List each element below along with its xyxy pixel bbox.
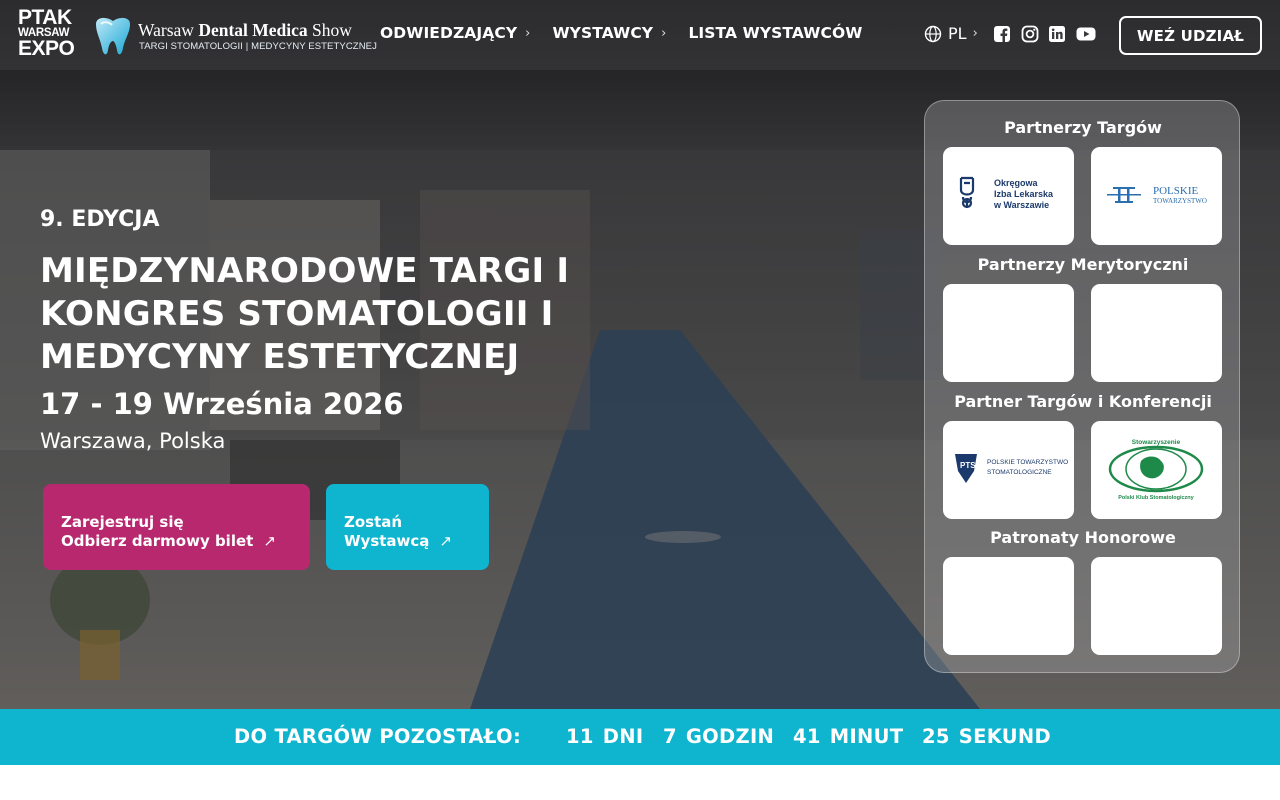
facebook-icon[interactable]: [993, 25, 1011, 43]
hero-title: MIĘDZYNARODOWE TARGI I KONGRES STOMATOLO…: [40, 251, 570, 377]
nav-item-odwiedzajacy[interactable]: ODWIEDZAJĄCY ›: [380, 24, 530, 42]
svg-text:Polski Klub Stomatologiczny: Polski Klub Stomatologiczny: [1118, 495, 1194, 501]
partners-heading-merytoryczni: Partnerzy Merytoryczni: [977, 255, 1189, 274]
language-switcher[interactable]: PL ›: [924, 24, 978, 43]
linkedin-icon[interactable]: [1048, 25, 1066, 43]
take-part-button[interactable]: WEŹ UDZIAŁ: [1119, 16, 1262, 55]
countdown-label: DO TARGÓW POZOSTAŁO:: [234, 725, 522, 748]
chevron-right-icon: ›: [525, 25, 531, 41]
instagram-icon[interactable]: [1021, 25, 1039, 43]
svg-text:PTS: PTS: [960, 461, 976, 470]
svg-text:STOMATOLOGICZNE: STOMATOLOGICZNE: [987, 469, 1052, 476]
youtube-icon[interactable]: [1076, 25, 1096, 43]
globe-icon: [924, 25, 942, 42]
main-nav: ODWIEDZAJĄCY › WYSTAWCY › LISTA WYSTAWCÓW: [380, 24, 884, 42]
polski-klub-stomatologiczny-logo[interactable]: Stowarzyszenie Polski Klub Stomatologicz…: [1091, 421, 1222, 519]
partners-heading-patronaty: Patronaty Honorowe: [990, 528, 1176, 547]
polskie-towarzystwo-logo[interactable]: POLSKIE TOWARZYSTWO: [1091, 147, 1222, 245]
event-location: Warszawa, Polska: [40, 429, 226, 453]
tooth-icon: [96, 17, 130, 55]
site-header: PTAK WARSAW EXPO Warsaw Dental Medica Sh…: [0, 0, 1280, 70]
partner-logo-slot[interactable]: [1091, 284, 1222, 382]
partner-logo-slot[interactable]: [1091, 557, 1222, 655]
svg-text:w Warszawie: w Warszawie: [993, 200, 1049, 210]
countdown-days: 11 DNI: [566, 725, 644, 748]
partners-heading-targow: Partnerzy Targów: [1004, 118, 1162, 137]
become-exhibitor-button[interactable]: Zostań Wystawcą ↗: [326, 484, 489, 570]
partners-panel: Partnerzy Targów Okręgowa Izba Lekarska …: [924, 100, 1240, 673]
countdown-seconds: 25 SEKUND: [922, 725, 1052, 748]
svg-text:POLSKIE: POLSKIE: [1153, 185, 1199, 197]
partner-logo-slot[interactable]: [943, 284, 1074, 382]
svg-text:Okręgowa: Okręgowa: [994, 178, 1039, 188]
ptak-warsaw-expo-logo[interactable]: PTAK WARSAW EXPO: [18, 7, 82, 64]
countdown-bar: DO TARGÓW POZOSTAŁO: 11 DNI 7 GODZIN 41 MIN…: [0, 709, 1280, 765]
event-dates: 17 - 19 Września 2026: [40, 387, 404, 421]
partner-logo-slot[interactable]: [943, 557, 1074, 655]
svg-text:POLSKIE TOWARZYSTWO: POLSKIE TOWARZYSTWO: [987, 459, 1068, 466]
nav-item-wystawcy[interactable]: WYSTAWCY ›: [552, 24, 666, 42]
chevron-right-icon: ›: [972, 26, 978, 41]
chevron-right-icon: ›: [661, 25, 667, 41]
arrow-up-right-icon: ↗: [439, 532, 452, 550]
register-free-ticket-button[interactable]: Zarejestruj się Odbierz darmowy bilet ↗: [43, 484, 310, 570]
okregowa-izba-lekarska-logo[interactable]: Okręgowa Izba Lekarska w Warszawie: [943, 147, 1074, 245]
svg-text:Izba Lekarska: Izba Lekarska: [994, 189, 1054, 199]
countdown-minutes: 41 MINUT: [793, 725, 904, 748]
edition-label: 9. EDYCJA: [40, 207, 160, 232]
countdown-hours: 7 GODZIN: [663, 725, 775, 748]
warsaw-dental-medica-show-logo[interactable]: Warsaw Dental Medica Show TARGI STOMATOL…: [92, 16, 377, 58]
pts-logo[interactable]: PTS POLSKIE TOWARZYSTWO STOMATOLOGICZNE: [943, 421, 1074, 519]
partners-heading-konferencji: Partner Targów i Konferencji: [954, 392, 1212, 411]
svg-text:Stowarzyszenie: Stowarzyszenie: [1132, 439, 1181, 446]
svg-text:TOWARZYSTWO: TOWARZYSTWO: [1153, 197, 1207, 205]
arrow-up-right-icon: ↗: [263, 532, 276, 550]
nav-item-lista-wystawcow[interactable]: LISTA WYSTAWCÓW: [688, 24, 862, 42]
